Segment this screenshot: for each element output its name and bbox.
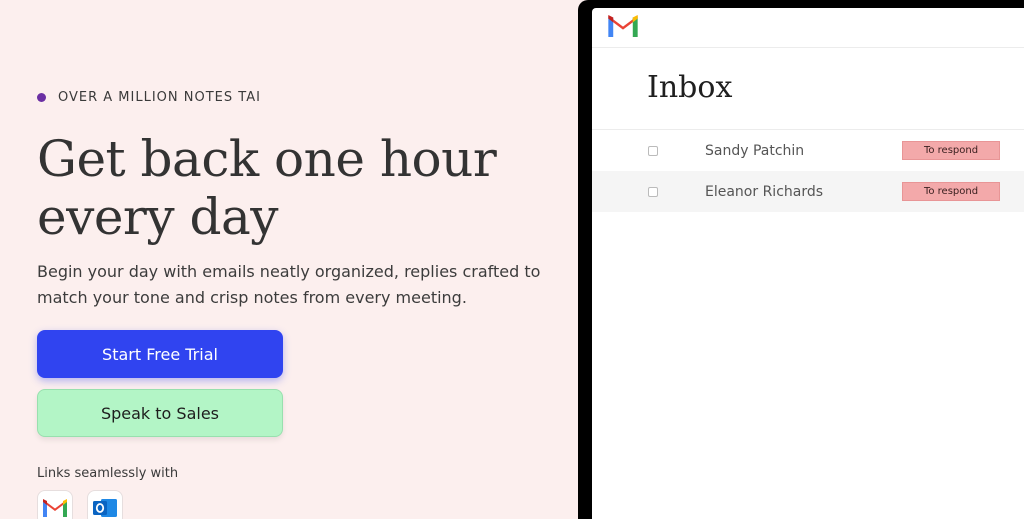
speak-to-sales-button[interactable]: Speak to Sales [37,389,283,437]
email-list: Sandy Patchin To respond Eleanor Richard… [592,129,1024,212]
hero-subtext: Begin your day with emails neatly organi… [37,262,541,307]
gmail-icon [37,490,73,519]
inbox-title: Inbox [647,70,733,105]
email-sender: Sandy Patchin [705,142,805,159]
outlook-icon [87,490,123,519]
headline-line-1: Get back one hour [37,130,497,188]
status-tag: To respond [902,141,1000,160]
links-label: Links seamlessly with [37,466,179,481]
row-checkbox[interactable] [648,145,658,156]
app-topbar [592,8,1024,48]
hero-headline: Get back one hour every day [37,130,497,246]
start-free-trial-button[interactable]: Start Free Trial [37,330,283,378]
headline-line-2: every day [37,188,279,246]
kicker: OVER A MILLION NOTES TAI [37,90,277,105]
email-row[interactable]: Eleanor Richards To respond [592,171,1024,212]
integration-logos [37,490,123,519]
row-checkbox[interactable] [648,186,658,197]
hero-section: OVER A MILLION NOTES TAI Get back one ho… [0,0,582,519]
bullet-dot-icon [37,93,46,102]
gmail-logo-icon [608,14,638,41]
device-frame: Inbox Sandy Patchin To respond Eleanor R… [578,0,1024,519]
kicker-text: OVER A MILLION NOTES TAI [58,90,261,105]
email-row[interactable]: Sandy Patchin To respond [592,130,1024,171]
email-sender: Eleanor Richards [705,183,824,200]
status-tag: To respond [902,182,1000,201]
inbox-preview-screen: Inbox Sandy Patchin To respond Eleanor R… [592,8,1024,519]
